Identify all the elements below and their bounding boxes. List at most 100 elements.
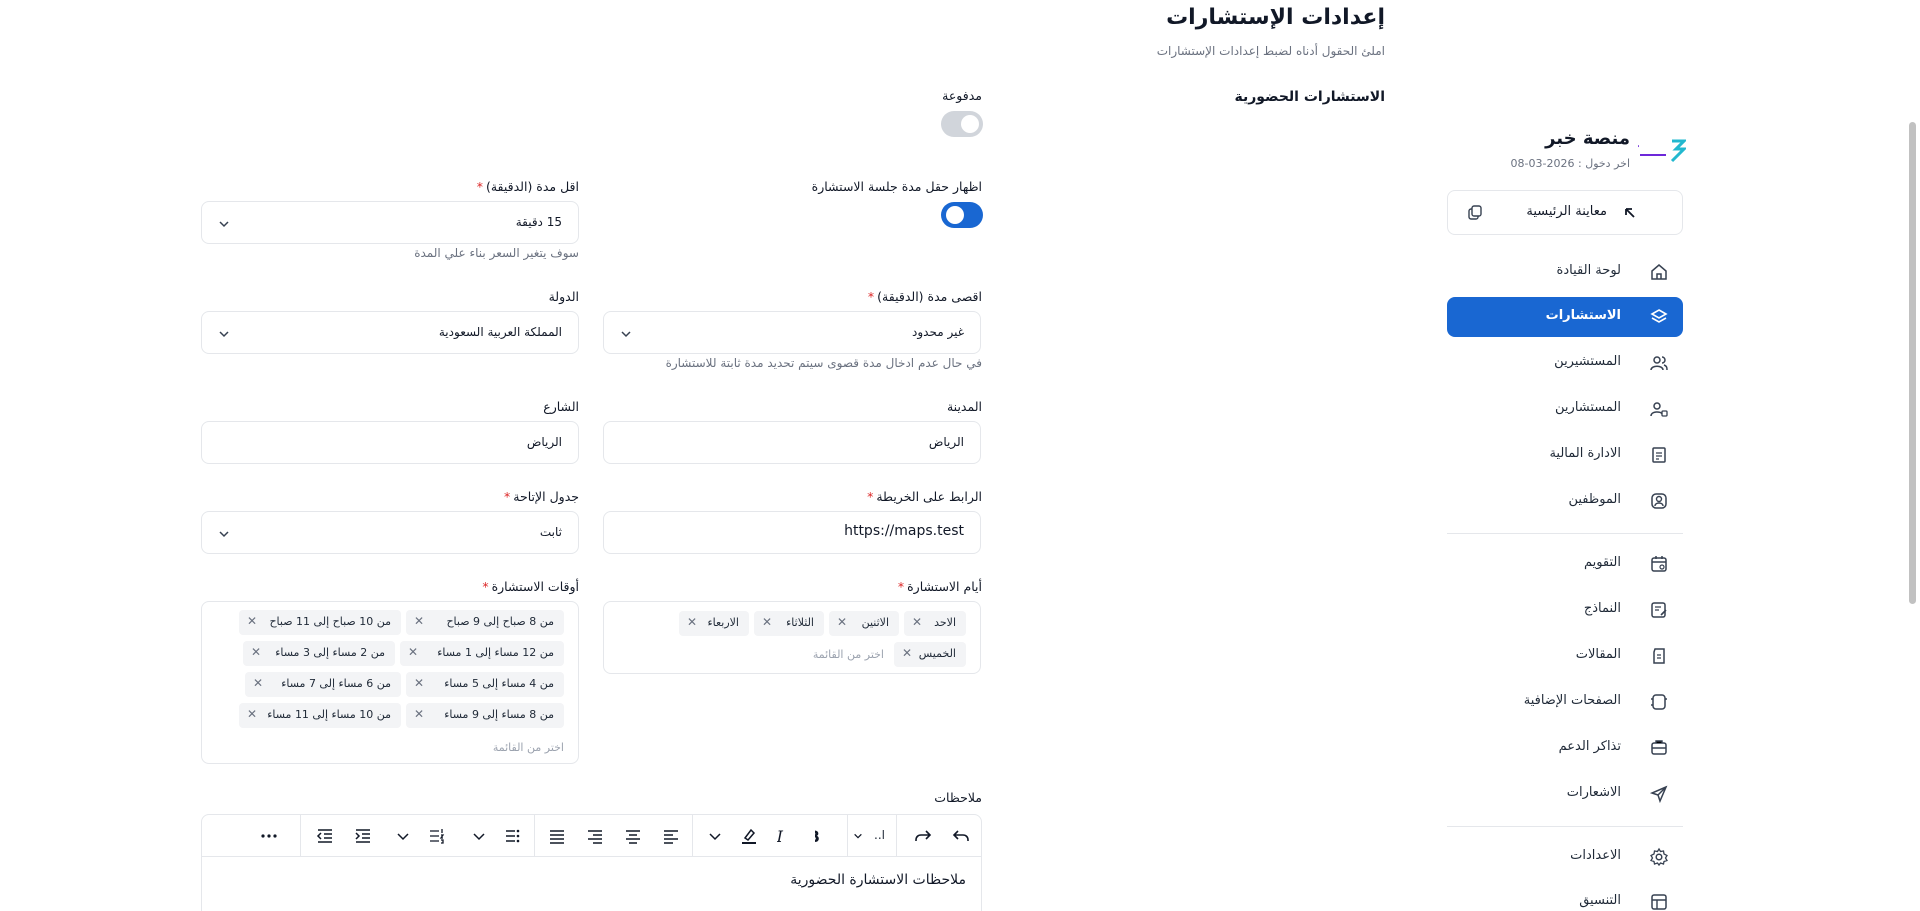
availability-select[interactable]: ثابت xyxy=(201,511,579,554)
italic-icon[interactable]: I xyxy=(777,826,797,846)
country-select[interactable]: المملكة العربية السعودية xyxy=(201,311,579,354)
sidebar-item-calendar[interactable]: التقويم xyxy=(1447,544,1683,584)
sidebar-item-layout[interactable]: التنسيق xyxy=(1447,882,1683,911)
sidebar-item-label: المستشارين xyxy=(1555,400,1621,415)
day-chip[interactable]: الاربعاء ✕ xyxy=(679,611,749,636)
city-value: الرياض xyxy=(928,435,964,449)
sidebar-divider xyxy=(1447,826,1683,827)
close-icon[interactable]: ✕ xyxy=(414,707,424,721)
sidebar-item-articles[interactable]: المقالات xyxy=(1447,636,1683,676)
country-value: المملكة العربية السعودية xyxy=(438,325,562,339)
more-options-icon[interactable] xyxy=(259,826,279,846)
chevron-down-icon xyxy=(218,528,230,540)
toolbar-separator xyxy=(847,815,848,857)
align-center-icon[interactable] xyxy=(623,826,643,846)
text-style-dropdown[interactable]: ا.. xyxy=(853,828,885,848)
close-icon[interactable]: ✕ xyxy=(247,614,257,628)
close-icon[interactable]: ✕ xyxy=(837,615,847,629)
map-link-label: الرابط على الخريطة* xyxy=(867,489,982,504)
time-chip[interactable]: من 8 مساء إلى 9 مساء ✕ xyxy=(406,703,564,728)
text-style-label: ا.. xyxy=(874,828,885,842)
paid-toggle[interactable] xyxy=(941,111,983,137)
copy-icon[interactable] xyxy=(1466,204,1484,222)
arrow-up-left-icon xyxy=(1622,205,1638,221)
time-chip[interactable]: من 4 مساء إلى 5 مساء ✕ xyxy=(406,672,564,697)
sidebar-item-employees[interactable]: الموظفين xyxy=(1447,481,1683,521)
page-title: إعدادات الإستشارات xyxy=(1166,5,1385,30)
redo-icon[interactable] xyxy=(913,826,933,846)
close-icon[interactable]: ✕ xyxy=(762,615,772,629)
close-icon[interactable]: ✕ xyxy=(687,615,697,629)
time-chip[interactable]: من 10 مساء إلى 11 مساء ✕ xyxy=(239,703,401,728)
page-subtitle: املئ الحقول أدناه لضبط إعدادات الإستشارا… xyxy=(1156,44,1385,58)
align-left-icon[interactable] xyxy=(661,826,681,846)
brand-name: منصة خبر xyxy=(1545,128,1630,149)
close-icon[interactable]: ✕ xyxy=(902,646,912,660)
sidebar-item-consultants[interactable]: المستشارين xyxy=(1447,389,1683,429)
chevron-down-icon xyxy=(620,328,632,340)
time-chip[interactable]: من 2 مساء إلى 3 مساء ✕ xyxy=(243,641,395,666)
sidebar-item-clients[interactable]: المستشيرين xyxy=(1447,343,1683,383)
notes-content[interactable]: ملاحظات الاستشارة الحضورية xyxy=(790,872,966,888)
day-chip[interactable]: الاثنين ✕ xyxy=(829,611,899,636)
brand-logo: خبرة xyxy=(1638,135,1686,165)
chevron-down-icon[interactable] xyxy=(393,826,413,846)
chevron-down-icon[interactable] xyxy=(469,826,489,846)
close-icon[interactable]: ✕ xyxy=(414,614,424,628)
max-duration-select[interactable]: غير محدود xyxy=(603,311,981,354)
time-chip[interactable]: من 8 صباح إلى 9 صباح ✕ xyxy=(406,610,564,635)
send-icon xyxy=(1649,784,1669,804)
articles-icon xyxy=(1649,646,1669,666)
day-chip[interactable]: الخميس ✕ xyxy=(894,642,966,667)
times-label: أوقات الاستشارة* xyxy=(482,579,579,594)
min-duration-select[interactable]: 15 دقيقة xyxy=(201,201,579,244)
notes-label: ملاحظات xyxy=(934,790,982,805)
sidebar-item-support-tickets[interactable]: تذاكر الدعم xyxy=(1447,728,1683,768)
country-label: الدولة xyxy=(548,289,579,304)
align-justify-icon[interactable] xyxy=(547,826,567,846)
sidebar-item-settings[interactable]: الاعدادات xyxy=(1447,837,1683,877)
time-chip[interactable]: من 12 مساء إلى 1 مساء ✕ xyxy=(400,641,564,666)
city-input[interactable]: الرياض xyxy=(603,421,981,464)
close-icon[interactable]: ✕ xyxy=(414,676,424,690)
sidebar-item-notifications[interactable]: الاشعارات xyxy=(1447,774,1683,814)
map-link-input[interactable]: https://maps.test xyxy=(603,511,981,554)
show-duration-toggle[interactable] xyxy=(941,202,983,228)
sidebar-item-label: الاستشارات xyxy=(1545,308,1621,323)
outdent-icon[interactable] xyxy=(315,826,335,846)
preview-home-button[interactable]: معاينة الرئيسية xyxy=(1447,190,1683,235)
highlight-icon[interactable] xyxy=(739,826,759,846)
notes-editor[interactable]: ا.. B I ملاحظات الاستشارة الحضورية xyxy=(201,814,982,911)
scrollbar[interactable] xyxy=(1909,122,1916,604)
close-icon[interactable]: ✕ xyxy=(251,645,261,659)
numbered-list-icon[interactable] xyxy=(427,826,447,846)
indent-icon[interactable] xyxy=(353,826,373,846)
chevron-down-icon[interactable] xyxy=(705,826,725,846)
close-icon[interactable]: ✕ xyxy=(408,645,418,659)
sidebar-item-extra-pages[interactable]: الصفحات الإضافية xyxy=(1447,682,1683,722)
days-placeholder: اختر من القائمة xyxy=(812,648,884,661)
sidebar-item-consultations[interactable]: الاستشارات xyxy=(1447,297,1683,337)
undo-icon[interactable] xyxy=(951,826,971,846)
street-input[interactable]: الرياض xyxy=(201,421,579,464)
bullet-list-icon[interactable] xyxy=(503,826,523,846)
sidebar-item-finance[interactable]: الادارة المالية xyxy=(1447,435,1683,475)
close-icon[interactable]: ✕ xyxy=(912,615,922,629)
forms-icon xyxy=(1649,600,1669,620)
svg-text:B: B xyxy=(815,827,820,846)
time-chip[interactable]: من 10 صباح إلى 11 صباح ✕ xyxy=(239,610,401,635)
times-multiselect[interactable]: من 8 صباح إلى 9 صباح ✕ من 10 صباح إلى 11 … xyxy=(201,601,579,764)
sidebar-item-label: لوحة القيادة xyxy=(1556,263,1621,278)
sidebar-item-label: الصفحات الإضافية xyxy=(1523,693,1621,708)
align-right-icon[interactable] xyxy=(585,826,605,846)
sidebar-item-dashboard[interactable]: لوحة القيادة xyxy=(1447,252,1683,292)
close-icon[interactable]: ✕ xyxy=(253,676,263,690)
bold-icon[interactable]: B xyxy=(815,826,835,846)
sidebar-item-forms[interactable]: النماذج xyxy=(1447,590,1683,630)
close-icon[interactable]: ✕ xyxy=(247,707,257,721)
days-multiselect[interactable]: الاحد ✕ الاثنين ✕ الثلاثاء ✕ الاربعاء ✕ الخم… xyxy=(603,601,981,674)
sidebar-item-label: التقويم xyxy=(1583,555,1621,570)
time-chip[interactable]: من 6 مساء إلى 7 مساء ✕ xyxy=(245,672,401,697)
day-chip[interactable]: الاحد ✕ xyxy=(904,611,966,636)
day-chip[interactable]: الثلاثاء ✕ xyxy=(754,611,824,636)
